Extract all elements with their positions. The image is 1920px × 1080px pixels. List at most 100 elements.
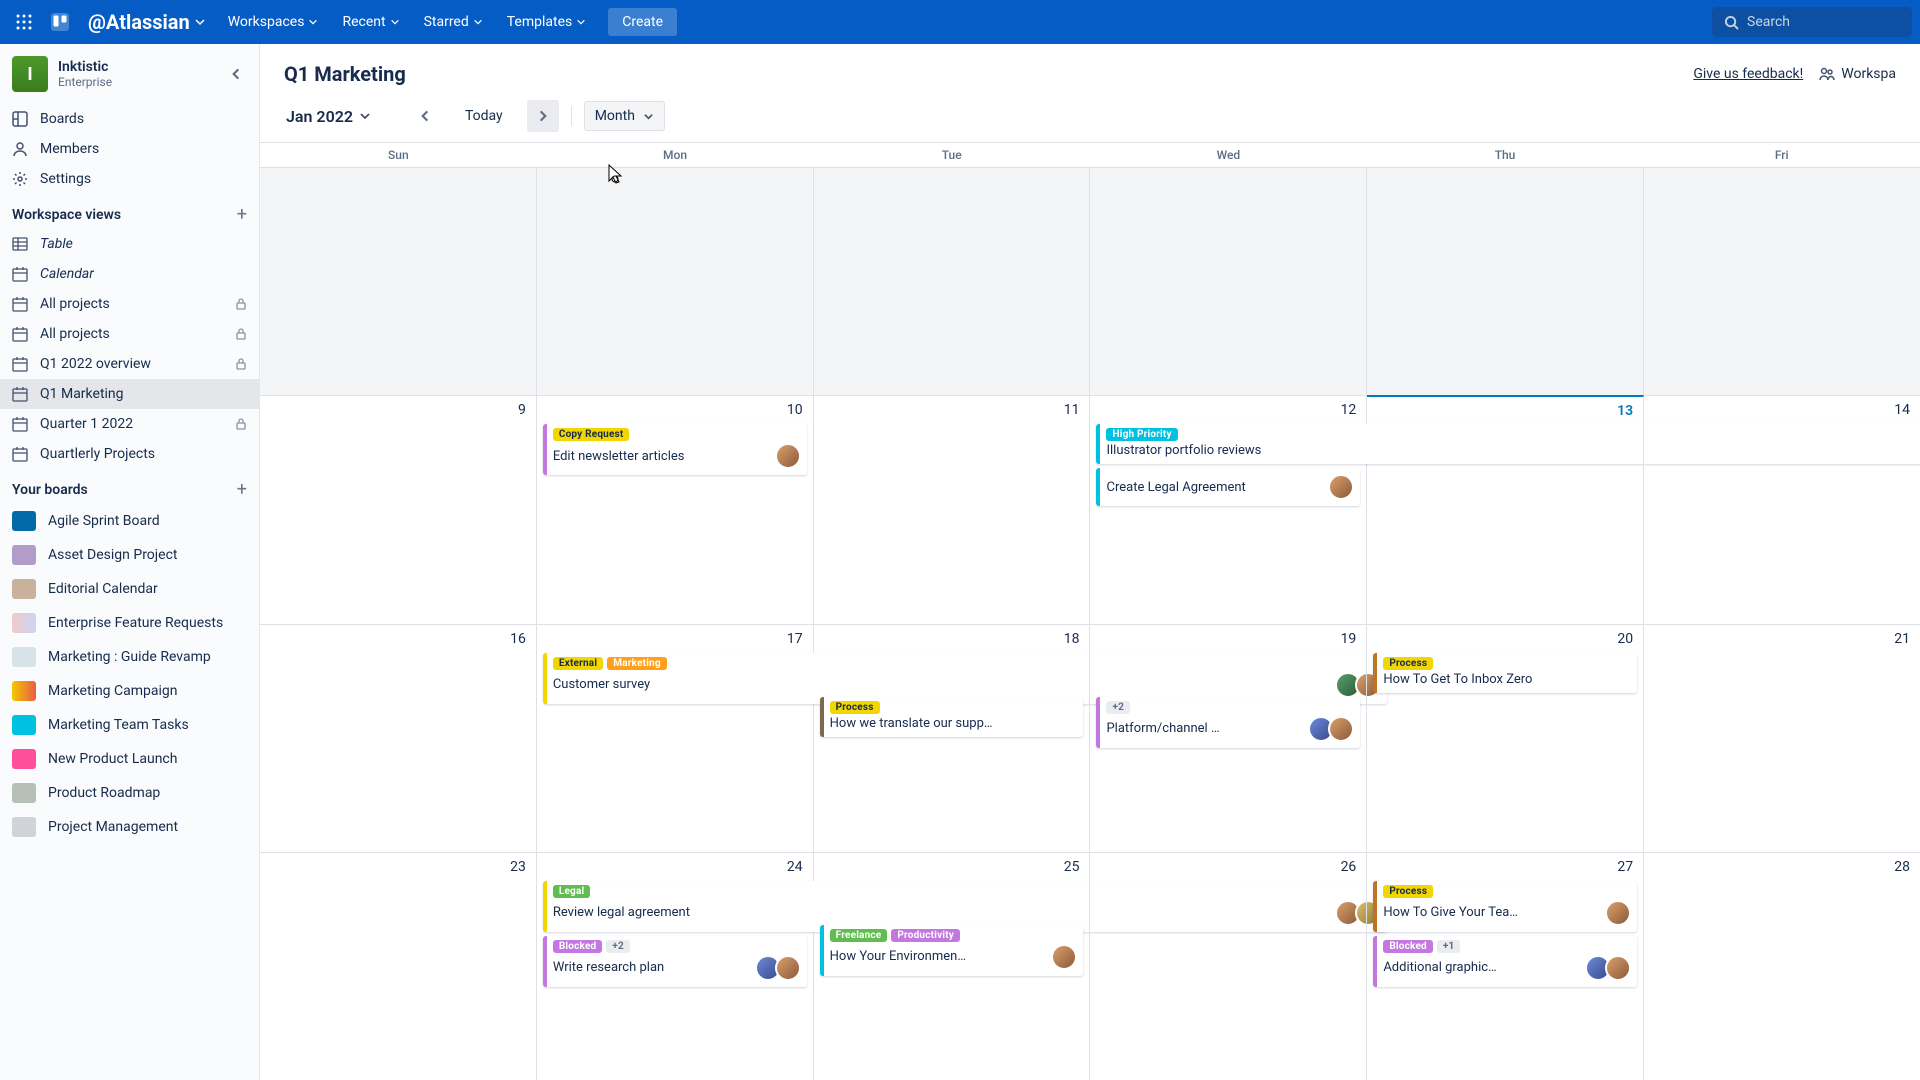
- nav-starred[interactable]: Starred: [414, 8, 493, 36]
- view-picker[interactable]: Month: [584, 101, 665, 131]
- calendar-day-cell[interactable]: 19 +2 Platform/channel …: [1090, 625, 1367, 852]
- calendar-day-cell[interactable]: [1367, 168, 1644, 395]
- card-title: Review legal agreement: [553, 905, 690, 920]
- calendar-card[interactable]: Blocked+1 Additional graphic…: [1373, 936, 1637, 987]
- calendar-card[interactable]: Copy Request Edit newsletter articles: [543, 424, 807, 475]
- sidebar-item-label: Marketing : Guide Revamp: [48, 649, 211, 665]
- card-label: Process: [1383, 885, 1433, 898]
- add-view-button[interactable]: +: [237, 204, 247, 225]
- card-title: How Your Environmen…: [830, 949, 966, 964]
- calendar-day-cell[interactable]: [537, 168, 814, 395]
- date-number: 27: [1373, 857, 1637, 877]
- calendar-card[interactable]: FreelanceProductivity How Your Environme…: [820, 925, 1084, 976]
- sidebar-item-label: All projects: [40, 296, 110, 312]
- trello-logo-icon[interactable]: [44, 6, 76, 38]
- sidebar-item-label: Marketing Team Tasks: [48, 717, 189, 733]
- date-number: 12: [1096, 400, 1360, 420]
- calendar-day-cell[interactable]: 25 FreelanceProductivity How Your Enviro…: [814, 853, 1091, 1080]
- sidebar-board-item[interactable]: Editorial Calendar: [0, 572, 259, 606]
- calendar-day-cell[interactable]: 13: [1367, 395, 1644, 623]
- card-label: Marketing: [607, 657, 667, 670]
- sidebar-item-settings[interactable]: Settings: [0, 164, 259, 194]
- sidebar-board-item[interactable]: Agile Sprint Board: [0, 504, 259, 538]
- sidebar-board-item[interactable]: Enterprise Feature Requests: [0, 606, 259, 640]
- board-color-swatch: [12, 545, 36, 565]
- sidebar-project-item[interactable]: Q1 Marketing: [0, 379, 259, 409]
- sidebar-board-item[interactable]: Marketing Team Tasks: [0, 708, 259, 742]
- workspace-header[interactable]: I Inktistic Enterprise: [0, 44, 259, 104]
- workspace-plan: Enterprise: [58, 75, 112, 89]
- sidebar-board-item[interactable]: Marketing : Guide Revamp: [0, 640, 259, 674]
- card-label: Copy Request: [553, 428, 630, 441]
- sidebar-project-item[interactable]: Quarter 1 2022: [0, 409, 259, 439]
- calendar-card[interactable]: +2 Platform/channel …: [1096, 697, 1360, 748]
- calendar-day-cell[interactable]: 26: [1090, 853, 1367, 1080]
- calendar-day-cell[interactable]: 12 High Priority Illustrator portfolio r…: [1090, 396, 1367, 623]
- calendar-day-cell[interactable]: 20 Process How To Get To Inbox Zero: [1367, 625, 1644, 852]
- avatar: [1605, 955, 1631, 981]
- calendar-day-cell[interactable]: 10 Copy Request Edit newsletter articles: [537, 396, 814, 623]
- create-button[interactable]: Create: [608, 8, 677, 36]
- nav-recent[interactable]: Recent: [332, 8, 409, 36]
- day-header: Fri: [1643, 143, 1920, 167]
- sidebar-board-item[interactable]: Project Management: [0, 810, 259, 844]
- brand-label[interactable]: @Atlassian: [80, 10, 214, 34]
- card-title: Additional graphic…: [1383, 960, 1496, 975]
- calendar-card[interactable]: Process How we translate our supp…: [820, 697, 1084, 737]
- add-board-button[interactable]: +: [237, 479, 247, 500]
- workspace-visibility-button[interactable]: Workspa: [1819, 66, 1896, 82]
- sidebar-board-item[interactable]: New Product Launch: [0, 742, 259, 776]
- sidebar-board-item[interactable]: Product Roadmap: [0, 776, 259, 810]
- calendar-day-cell[interactable]: 16: [260, 625, 537, 852]
- avatar: [1328, 474, 1354, 500]
- collapse-sidebar-icon[interactable]: [225, 63, 247, 85]
- board-color-swatch: [12, 817, 36, 837]
- lock-icon: [235, 328, 247, 340]
- calendar-card[interactable]: Process How To Give Your Tea…: [1373, 881, 1637, 932]
- sidebar-item-calendar-view[interactable]: Calendar: [0, 259, 259, 289]
- sidebar-project-item[interactable]: Quartlerly Projects: [0, 439, 259, 469]
- calendar-day-cell[interactable]: 28: [1644, 853, 1920, 1080]
- calendar-day-cell[interactable]: 18 Process How we translate our supp…: [814, 625, 1091, 852]
- sidebar-item-table[interactable]: Table: [0, 229, 259, 259]
- calendar-day-cell[interactable]: 21: [1644, 625, 1920, 852]
- calendar-day-cell[interactable]: 24 Legal Review legal agreement Blocked+…: [537, 853, 814, 1080]
- calendar-icon: [12, 326, 28, 342]
- calendar-card[interactable]: Create Legal Agreement: [1096, 468, 1360, 506]
- calendar-card[interactable]: Process How To Get To Inbox Zero: [1373, 653, 1637, 693]
- today-button[interactable]: Today: [453, 102, 515, 130]
- calendar-day-cell[interactable]: 14: [1644, 396, 1920, 623]
- search-input[interactable]: Search: [1712, 7, 1912, 37]
- nav-workspaces[interactable]: Workspaces: [218, 8, 329, 36]
- sidebar-project-item[interactable]: All projects: [0, 289, 259, 319]
- feedback-link[interactable]: Give us feedback!: [1693, 66, 1803, 82]
- sidebar-project-item[interactable]: All projects: [0, 319, 259, 349]
- boards-icon: [12, 111, 28, 127]
- sidebar-item-boards[interactable]: Boards: [0, 104, 259, 134]
- card-title: Write research plan: [553, 960, 664, 975]
- sidebar-item-label: Q1 2022 overview: [40, 356, 151, 372]
- sidebar-board-item[interactable]: Marketing Campaign: [0, 674, 259, 708]
- sidebar-project-item[interactable]: Q1 2022 overview: [0, 349, 259, 379]
- calendar-day-cell[interactable]: 11: [814, 396, 1091, 623]
- calendar-day-cell[interactable]: [1090, 168, 1367, 395]
- sidebar-board-item[interactable]: Asset Design Project: [0, 538, 259, 572]
- calendar-day-cell[interactable]: [814, 168, 1091, 395]
- sidebar-item-label: Boards: [40, 111, 84, 127]
- next-month-button[interactable]: [527, 100, 559, 132]
- card-title: Edit newsletter articles: [553, 449, 685, 464]
- apps-switcher-icon[interactable]: [8, 6, 40, 38]
- prev-month-button[interactable]: [409, 100, 441, 132]
- calendar-day-cell[interactable]: [1644, 168, 1920, 395]
- month-picker[interactable]: Jan 2022: [280, 103, 377, 130]
- calendar-day-cell[interactable]: 23: [260, 853, 537, 1080]
- calendar-day-cell[interactable]: 17 ExternalMarketing Customer survey: [537, 625, 814, 852]
- calendar-day-cell[interactable]: 27 Process How To Give Your Tea… Blocked…: [1367, 853, 1644, 1080]
- calendar-card[interactable]: Blocked+2 Write research plan: [543, 936, 807, 987]
- sidebar-item-members[interactable]: Members: [0, 134, 259, 164]
- toolbar-divider: [571, 106, 572, 126]
- calendar-day-cell[interactable]: [260, 168, 537, 395]
- calendar-day-cell[interactable]: 9: [260, 396, 537, 623]
- sidebar-item-label: Calendar: [40, 266, 94, 282]
- nav-templates[interactable]: Templates: [497, 8, 597, 36]
